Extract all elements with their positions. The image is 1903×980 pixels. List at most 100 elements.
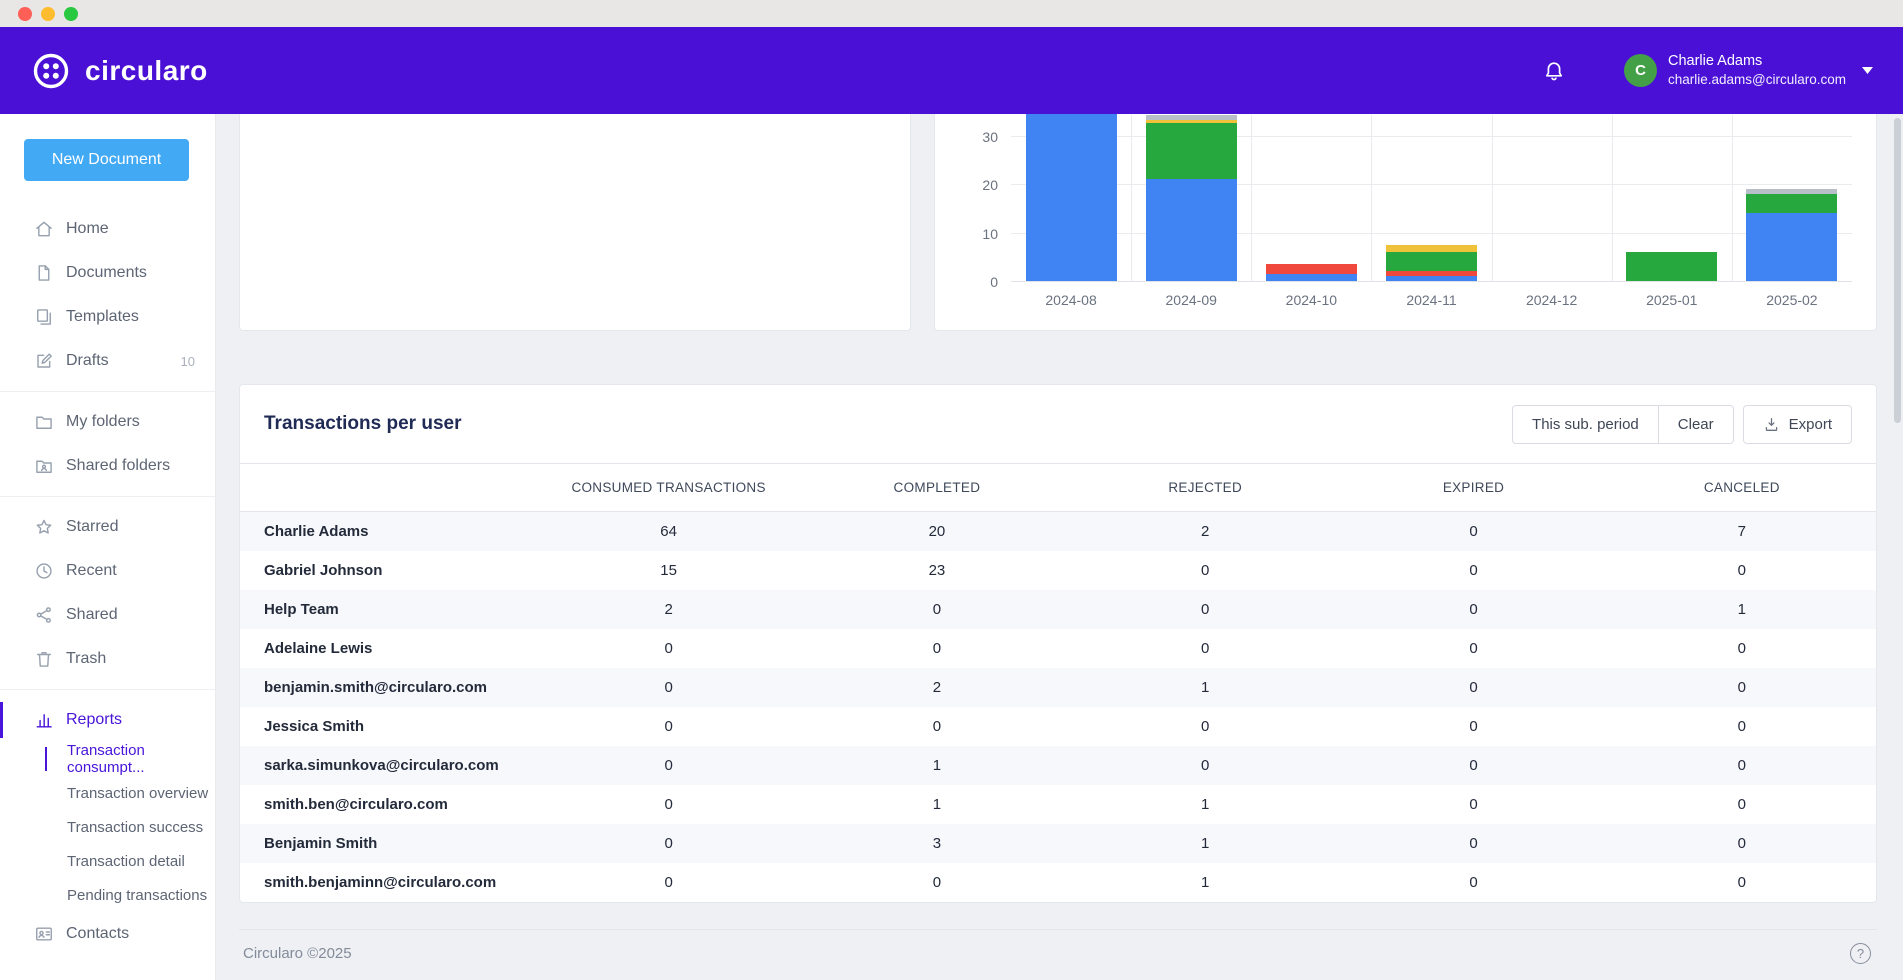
x-axis-line [1011, 281, 1852, 282]
bar-segment-green [1626, 252, 1717, 281]
table-row: Adelaine Lewis00000 [240, 629, 1876, 668]
bar-segment-blue [1266, 274, 1357, 281]
sidebar-item-label: Home [66, 220, 109, 238]
sidebar-item-drafts[interactable]: Drafts10 [0, 339, 215, 383]
sidebar-item-shared-folders[interactable]: Shared folders [0, 444, 215, 488]
table-title: Transactions per user [264, 413, 461, 435]
user-name-cell: smith.benjaminn@circularo.com [240, 863, 534, 902]
user-name: Charlie Adams [1668, 52, 1846, 71]
cell-expired: 0 [1339, 512, 1607, 551]
stacked-bar-2024-10 [1266, 264, 1357, 281]
table-card-header: Transactions per user This sub. period C… [240, 385, 1876, 463]
chevron-down-icon [1862, 67, 1873, 74]
table-row: Gabriel Johnson1523000 [240, 551, 1876, 590]
sidebar-item-recent[interactable]: Recent [0, 549, 215, 593]
cell-canceled: 0 [1608, 629, 1876, 668]
sidebar-item-my-folders[interactable]: My folders [0, 400, 215, 444]
sidebar: New Document Home DocumentsTemplatesDraft… [0, 114, 216, 980]
x-axis-tick-label: 2025-01 [1612, 292, 1732, 308]
sidebar-item-reports[interactable]: Reports [0, 698, 215, 742]
sidebar-item-trash[interactable]: Trash [0, 637, 215, 681]
home-icon [34, 219, 54, 239]
sidebar-item-templates[interactable]: Templates [0, 295, 215, 339]
user-menu[interactable]: C Charlie Adams charlie.adams@circularo.… [1624, 52, 1873, 89]
cell-rejected: 1 [1071, 785, 1339, 824]
brand-name: circularo [85, 55, 208, 87]
period-button-group: This sub. period Clear [1512, 405, 1734, 444]
window-minimize-button[interactable] [41, 7, 55, 21]
stacked-bar-2024-09 [1146, 115, 1237, 281]
new-document-button[interactable]: New Document [24, 139, 189, 181]
window-close-button[interactable] [18, 7, 32, 21]
sidebar-item-label: Shared folders [66, 457, 170, 475]
sidebar-subitem-transaction-success[interactable]: Transaction success [0, 810, 215, 844]
sidebar-subitem-transaction-detail[interactable]: Transaction detail [0, 844, 215, 878]
trash-icon [34, 649, 54, 669]
cell-completed: 2 [803, 668, 1071, 707]
sidebar-item-documents[interactable]: Documents [0, 251, 215, 295]
user-email: charlie.adams@circularo.com [1668, 71, 1846, 89]
column-header-completed: COMPLETED [803, 464, 1071, 512]
app-logo[interactable]: circularo [30, 50, 208, 92]
gridline [1011, 136, 1852, 137]
y-axis-tick-label: 0 [990, 274, 998, 290]
window-zoom-button[interactable] [64, 7, 78, 21]
export-button-label: Export [1789, 416, 1832, 433]
chart-plot-area: 0102030 [1011, 115, 1852, 282]
folder-icon [34, 412, 54, 432]
x-axis-tick-label: 2024-12 [1492, 292, 1612, 308]
cell-consumed-transactions: 2 [534, 590, 802, 629]
sidebar-item-shared[interactable]: Shared [0, 593, 215, 637]
sub-period-button[interactable]: This sub. period [1512, 405, 1659, 444]
cell-completed: 20 [803, 512, 1071, 551]
circularo-logo-icon [30, 50, 72, 92]
cell-completed: 1 [803, 746, 1071, 785]
sidebar-subitem-transaction-overview[interactable]: Transaction overview [0, 776, 215, 810]
table-row: smith.ben@circularo.com01100 [240, 785, 1876, 824]
notifications-bell-icon[interactable] [1542, 59, 1566, 83]
cell-canceled: 0 [1608, 551, 1876, 590]
export-button[interactable]: Export [1743, 405, 1852, 444]
cell-consumed-transactions: 0 [534, 824, 802, 863]
page-footer: Circularo ©2025 ? [239, 929, 1877, 964]
stacked-bar-2025-01 [1626, 252, 1717, 281]
table-row: Charlie Adams6420207 [240, 512, 1876, 551]
cell-expired: 0 [1339, 629, 1607, 668]
gridline [1612, 115, 1613, 281]
cell-canceled: 0 [1608, 863, 1876, 902]
cell-expired: 0 [1339, 668, 1607, 707]
bar-segment-blue [1026, 114, 1117, 281]
drafts-count-badge: 10 [181, 354, 195, 369]
cell-expired: 0 [1339, 785, 1607, 824]
user-name-cell: sarka.simunkova@circularo.com [240, 746, 534, 785]
sidebar-subitem-transaction-consumpt[interactable]: Transaction consumpt... [0, 742, 215, 776]
user-name-cell: smith.ben@circularo.com [240, 785, 534, 824]
table-header-row: CONSUMED TRANSACTIONSCOMPLETEDREJECTEDEX… [240, 464, 1876, 512]
help-icon[interactable]: ? [1850, 943, 1871, 964]
cell-rejected: 1 [1071, 824, 1339, 863]
star-icon [34, 517, 54, 537]
draft-icon [34, 351, 54, 371]
sidebar-item-starred[interactable]: Starred [0, 505, 215, 549]
table-actions: This sub. period Clear Export [1512, 405, 1852, 444]
contacts-icon [34, 924, 54, 944]
clear-button[interactable]: Clear [1659, 405, 1734, 444]
y-axis-tick-label: 20 [982, 177, 998, 193]
cell-rejected: 0 [1071, 707, 1339, 746]
cell-completed: 1 [803, 785, 1071, 824]
reports-submenu: Transaction consumpt...Transaction overv… [0, 742, 215, 912]
sidebar-item-home[interactable]: Home [0, 207, 215, 251]
cell-expired: 0 [1339, 863, 1607, 902]
table-row: Benjamin Smith03100 [240, 824, 1876, 863]
chart-x-axis: 2024-082024-092024-102024-112024-122025-… [1011, 282, 1852, 318]
sidebar-item-contacts[interactable]: Contacts [0, 912, 215, 956]
sidebar-subitem-pending-transactions[interactable]: Pending transactions [0, 878, 215, 912]
cell-expired: 0 [1339, 746, 1607, 785]
stacked-bar-2024-11 [1386, 245, 1477, 281]
transactions-per-user-card: Transactions per user This sub. period C… [239, 384, 1877, 903]
cell-consumed-transactions: 0 [534, 629, 802, 668]
scrollbar-thumb[interactable] [1894, 118, 1901, 423]
cell-consumed-transactions: 0 [534, 785, 802, 824]
avatar: C [1624, 54, 1657, 87]
cell-rejected: 0 [1071, 746, 1339, 785]
